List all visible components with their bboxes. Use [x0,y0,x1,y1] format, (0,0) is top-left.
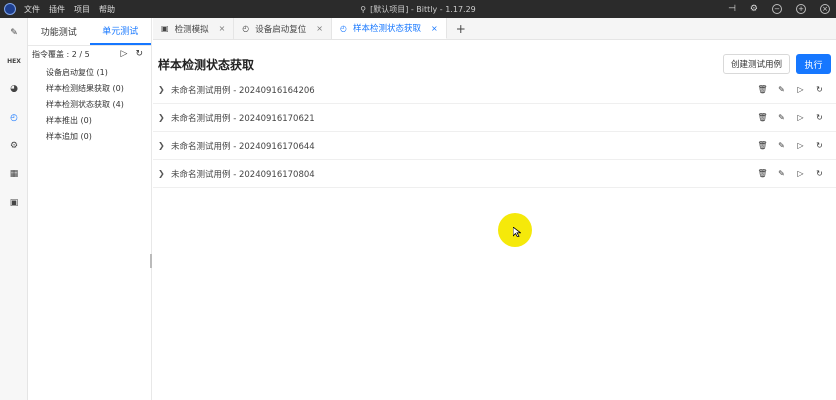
page-title: 样本检测状态获取 [158,58,255,72]
title-bar: 文件 插件 项目 帮助 [0,0,836,18]
panel-resize-handle[interactable] [150,254,152,268]
scan-icon[interactable]: ▣ [7,196,21,210]
add-tab-button[interactable]: + [447,18,475,39]
close-tab-icon[interactable]: × [219,24,226,33]
coverage-row: 指令覆盖 : 2 / 5 ▷ ↻ [28,46,151,62]
edit-icon[interactable]: ✎ [777,141,786,150]
test-case-name: 未命名测试用例 - 20240916170644 [171,141,315,152]
test-case-list: ❯ 未命名测试用例 - 20240916164206 🗑 ✎ ▷ ↻ ❯ 未命名… [153,76,836,188]
menu-help[interactable]: 帮助 [99,4,115,15]
close-button[interactable]: × [820,4,830,14]
edit-icon[interactable]: ✎ [777,169,786,178]
chevron-right-icon[interactable]: ❯ [158,85,165,94]
menu-project[interactable]: 项目 [74,4,90,15]
test-case-row[interactable]: ❯ 未命名测试用例 - 20240916164206 🗑 ✎ ▷ ↻ [153,76,836,104]
chevron-right-icon[interactable]: ❯ [158,113,165,122]
list-item[interactable]: 样本检测状态获取 (4) [46,96,151,112]
tab-label: 检测模拟 [174,24,209,35]
test-case-name: 未命名测试用例 - 20240916164206 [171,85,315,96]
pin-icon[interactable]: ⊣ [728,4,736,14]
close-tab-icon[interactable]: × [316,24,323,33]
chevron-right-icon[interactable]: ❯ [158,141,165,150]
side-panel-tabs: 功能测试 单元测试 [28,18,151,46]
test-case-row[interactable]: ❯ 未命名测试用例 - 20240916170621 🗑 ✎ ▷ ↻ [153,104,836,132]
run-icon[interactable]: ▷ [796,141,805,150]
editor-tab-bar: ▣ 检测模拟 × ◴ 设备启动复位 × ◴ 样本检测状态获取 × + [153,18,836,40]
history-icon[interactable]: ↻ [815,113,824,122]
delete-icon[interactable]: 🗑 [757,141,767,150]
tool-icon[interactable]: ⚙ [7,139,21,153]
unit-test-icon: ◴ [339,23,347,33]
menu-file[interactable]: 文件 [24,4,40,15]
unit-test-icon[interactable]: ◴ [7,111,21,125]
activity-bar: ✎ HEX ◕ ◴ ⚙ ▦ ▣ [0,18,28,400]
list-item[interactable]: 样本检测结果获取 (0) [46,80,151,96]
main-content: 样本检测状态获取 创建测试用例 执行 ❯ 未命名测试用例 - 202409161… [153,41,836,400]
calculator-icon[interactable]: ▦ [7,167,21,181]
maximize-button[interactable]: + [796,4,806,14]
test-case-row[interactable]: ❯ 未命名测试用例 - 20240916170644 🗑 ✎ ▷ ↻ [153,132,836,160]
delete-icon[interactable]: 🗑 [757,85,767,94]
edit-icon[interactable]: ✎ [777,113,786,122]
run-icon[interactable]: ▷ [796,113,805,122]
history-icon[interactable]: ↻ [815,141,824,150]
test-case-name: 未命名测试用例 - 20240916170621 [171,113,315,124]
tab-label: 设备启动复位 [255,24,307,35]
history-icon[interactable]: ↻ [815,169,824,178]
create-test-case-button[interactable]: 创建测试用例 [723,54,790,74]
execute-button[interactable]: 执行 [796,54,831,74]
window-controls: ⊣ ⚙ − + × [728,0,830,18]
history-icon[interactable]: ↻ [815,85,824,94]
close-tab-icon[interactable]: × [431,24,438,33]
menu-plugins[interactable]: 插件 [49,4,65,15]
tab-detect-sim[interactable]: ▣ 检测模拟 × [153,18,235,39]
cursor-arrow-icon [513,227,521,237]
plug-icon[interactable]: ✎ [7,26,21,40]
simulator-icon: ▣ [161,24,169,33]
side-panel: 功能测试 单元测试 指令覆盖 : 2 / 5 ▷ ↻ 设备启动复位 (1) 样本… [28,18,152,400]
app-logo [4,3,16,15]
unit-test-icon: ◴ [242,24,250,33]
tab-sample-status[interactable]: ◴ 样本检测状态获取 × [331,18,447,39]
minimize-button[interactable]: − [772,4,782,14]
delete-icon[interactable]: 🗑 [757,113,767,122]
menu-bar: 文件 插件 项目 帮助 [24,4,115,15]
tab-device-reset[interactable]: ◴ 设备启动复位 × [234,18,332,39]
run-icon[interactable]: ▷ [796,169,805,178]
gauge-icon[interactable]: ◕ [7,82,21,96]
list-item[interactable]: 样本追加 (0) [46,128,151,144]
test-case-name: 未命名测试用例 - 20240916170804 [171,169,315,180]
coverage-text: 指令覆盖 : 2 / 5 [32,49,90,59]
refresh-icon[interactable]: ↻ [135,49,143,59]
tab-label: 样本检测状态获取 [352,24,421,34]
chevron-right-icon[interactable]: ❯ [158,169,165,178]
tab-functional-test[interactable]: 功能测试 [28,18,90,45]
command-list: 设备启动复位 (1) 样本检测结果获取 (0) 样本检测状态获取 (4) 样本推… [28,62,151,144]
run-icon[interactable]: ▷ [796,85,805,94]
test-case-row[interactable]: ❯ 未命名测试用例 - 20240916170804 🗑 ✎ ▷ ↻ [153,160,836,188]
run-all-icon[interactable]: ▷ [121,49,128,59]
list-item[interactable]: 样本推出 (0) [46,112,151,128]
settings-icon[interactable]: ⚙ [750,4,758,14]
list-item[interactable]: 设备启动复位 (1) [46,64,151,80]
tab-unit-test[interactable]: 单元测试 [89,18,151,45]
edit-icon[interactable]: ✎ [777,85,786,94]
delete-icon[interactable]: 🗑 [757,169,767,178]
hex-icon[interactable]: HEX [7,54,21,68]
